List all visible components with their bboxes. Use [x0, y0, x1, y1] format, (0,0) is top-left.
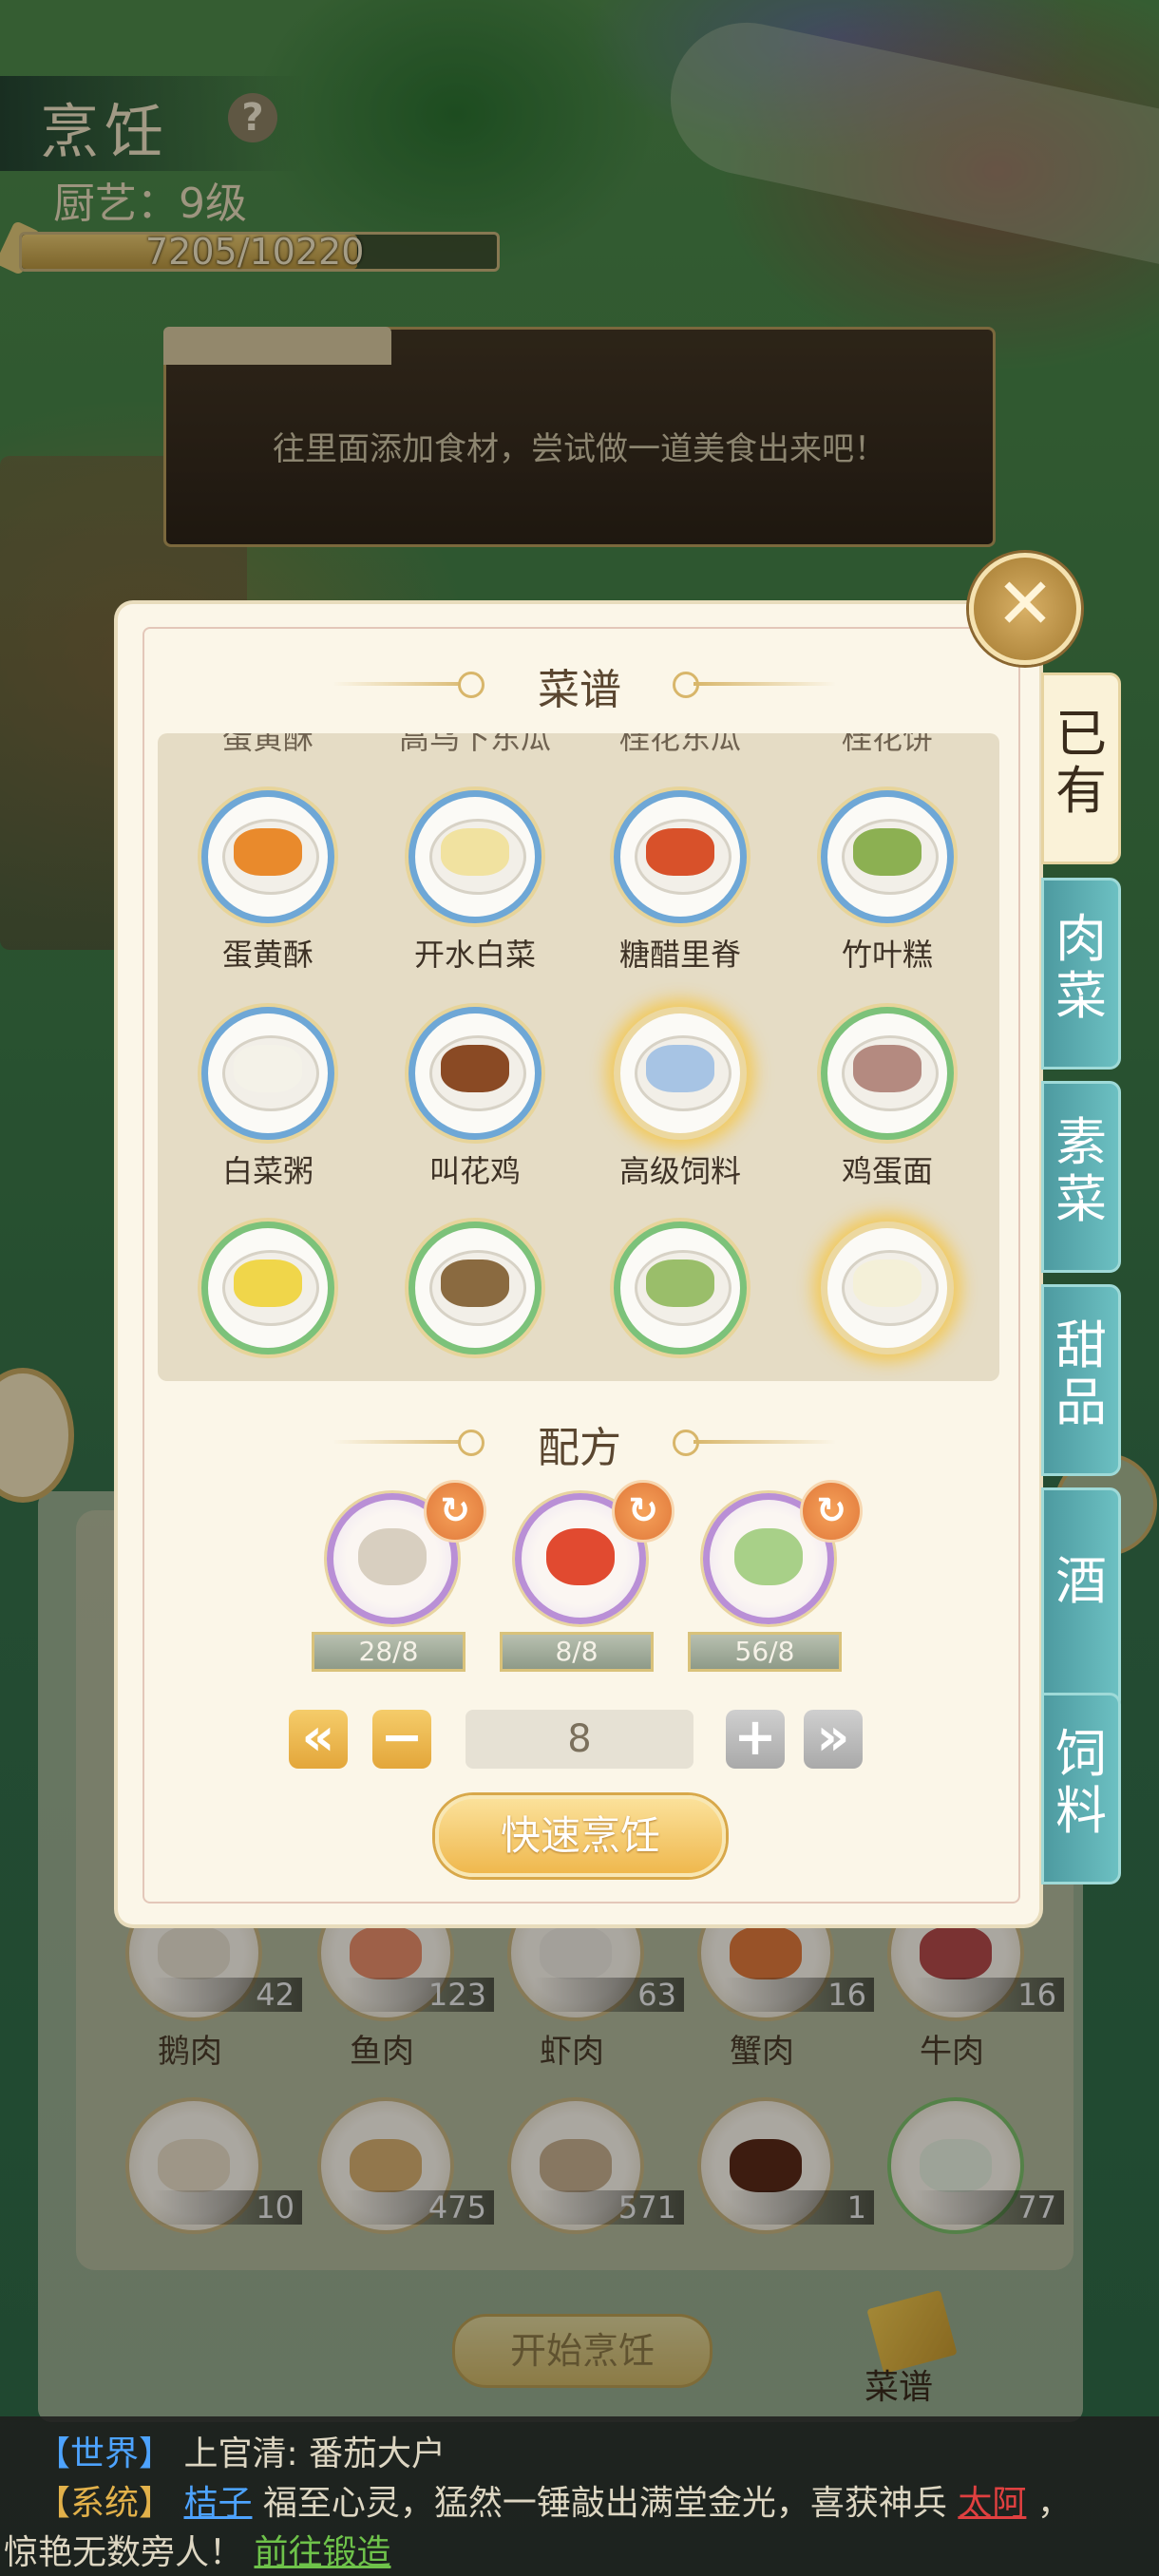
dish-food-icon — [646, 828, 714, 876]
chat-system-text-2: 惊艳无数旁人！ — [4, 2533, 244, 2572]
chat-bar[interactable]: 【世界】 上官清: 番茄大户 【系统】 桔子 福至心灵，猛然一锤敲出满堂金光，喜… — [0, 2416, 1159, 2576]
chat-comma: ， — [1026, 2484, 1072, 2523]
recipe-grid[interactable]: 蛋黄酥 高乌下东瓜 桂花东瓜 桂花饼 蛋黄酥 开水白菜 糖醋里脊 竹叶糕 白菜粥 叫花鸡 高级饲料鸡… — [158, 733, 999, 1381]
formula-count-badge: 28/8 — [312, 1632, 466, 1672]
dish-food-icon — [441, 1260, 509, 1307]
dish-food-icon — [441, 828, 509, 876]
tab-category[interactable]: 已 有 — [1041, 672, 1121, 864]
quantity-field[interactable]: 8 — [466, 1710, 694, 1769]
recipe-dish[interactable] — [408, 1007, 542, 1140]
chat-forge-link[interactable]: 前往锻造 — [254, 2533, 390, 2572]
recipe-dish-label: 开水白菜 — [413, 937, 536, 973]
formula-title: 配方 — [538, 1424, 621, 1472]
recipe-label-cut: 蛋黄酥 — [221, 733, 314, 756]
recipe-dish[interactable] — [821, 790, 954, 923]
recipe-dish[interactable] — [821, 1007, 954, 1140]
recipe-dish-label: 糖醋里脊 — [618, 937, 741, 973]
dish-food-icon — [853, 1045, 922, 1092]
chat-tag-system: 【系统】 — [36, 2484, 174, 2523]
chat-item-link[interactable]: 太阿 — [958, 2484, 1026, 2523]
tab-category-label: 甜 品 — [1055, 1316, 1107, 1432]
dish-food-icon — [234, 1260, 302, 1307]
qty-first-button[interactable]: « — [289, 1710, 348, 1769]
refresh-icon[interactable]: ↻ — [424, 1480, 486, 1543]
tab-category-label: 饲 料 — [1055, 1724, 1107, 1841]
recipe-dish[interactable] — [821, 1222, 954, 1354]
recipe-label-cut: 桂花东瓜 — [618, 733, 741, 756]
dish-food-icon — [646, 1260, 714, 1307]
tab-category-label: 已 有 — [1055, 704, 1107, 821]
recipe-dish-label: 白菜粥 — [221, 1153, 314, 1189]
chat-player-link[interactable]: 桔子 — [183, 2484, 252, 2523]
recipe-dish-label: 高级饲料 — [618, 1153, 741, 1189]
dish-food-icon — [234, 1045, 302, 1092]
recipe-dish[interactable] — [201, 790, 334, 923]
formula-ornament-right — [694, 1440, 836, 1444]
refresh-icon[interactable]: ↻ — [800, 1480, 863, 1543]
tab-category-label: 酒 — [1055, 1551, 1107, 1611]
recipe-label-cut: 高乌下东瓜 — [398, 733, 551, 756]
chat-line-world: 【世界】 上官清: 番茄大户 — [36, 2426, 446, 2475]
recipe-dish-label: 鸡蛋面 — [841, 1153, 933, 1189]
tab-category[interactable]: 酒 — [1041, 1487, 1121, 1712]
recipe-dish[interactable] — [614, 790, 747, 923]
chat-message: : 番茄大户 — [286, 2434, 446, 2473]
chat-line-system: 【系统】 桔子 福至心灵，猛然一锤敲出满堂金光，喜获神兵 太阿 ， — [36, 2475, 1072, 2525]
tab-category[interactable]: 肉 菜 — [1041, 878, 1121, 1070]
recipe-dish-label: 蛋黄酥 — [221, 937, 314, 973]
recipe-dish[interactable] — [614, 1007, 747, 1140]
qty-minus-button[interactable]: − — [372, 1710, 431, 1769]
recipe-dish[interactable] — [201, 1007, 334, 1140]
recipe-dish[interactable] — [614, 1222, 747, 1354]
tomato-icon — [546, 1528, 615, 1585]
dish-food-icon — [646, 1045, 714, 1092]
chat-user[interactable]: 上官清 — [183, 2434, 286, 2473]
recipe-dish-label: 叫花鸡 — [428, 1153, 521, 1189]
recipe-dish[interactable] — [408, 1222, 542, 1354]
chat-tag-world: 【世界】 — [36, 2434, 174, 2473]
quick-cook-button[interactable]: 快速烹饪 — [435, 1795, 726, 1877]
tab-category-label: 肉 菜 — [1055, 909, 1107, 1026]
close-icon: ✕ — [995, 563, 1054, 645]
dish-food-icon — [853, 1260, 922, 1307]
tab-category-label: 素 菜 — [1055, 1112, 1107, 1229]
cabbage-icon — [734, 1528, 803, 1585]
dish-food-icon — [234, 828, 302, 876]
dish-food-icon — [853, 828, 922, 876]
chat-line-system-2: 惊艳无数旁人！ 前往锻造 — [4, 2525, 390, 2574]
dish-food-icon — [441, 1045, 509, 1092]
recipe-title: 菜谱 — [538, 666, 621, 714]
tab-category[interactable]: 素 菜 — [1041, 1081, 1121, 1273]
close-button[interactable]: ✕ — [969, 553, 1081, 665]
formula-count-badge: 8/8 — [500, 1632, 654, 1672]
recipe-label-cut: 桂花饼 — [841, 733, 933, 756]
tab-category[interactable]: 饲 料 — [1041, 1693, 1121, 1885]
qty-plus-button[interactable]: + — [726, 1710, 785, 1769]
qty-last-button[interactable]: » — [804, 1710, 863, 1769]
mushroom-icon — [358, 1528, 427, 1585]
refresh-icon[interactable]: ↻ — [612, 1480, 674, 1543]
tab-category[interactable]: 甜 品 — [1041, 1284, 1121, 1476]
recipe-dish-label: 竹叶糕 — [841, 937, 933, 973]
title-ornament-right — [694, 682, 836, 686]
recipe-dish[interactable] — [201, 1222, 334, 1354]
recipe-dish[interactable] — [408, 790, 542, 923]
chat-system-text: 福至心灵，猛然一锤敲出满堂金光，喜获神兵 — [252, 2484, 959, 2523]
formula-count-badge: 56/8 — [688, 1632, 842, 1672]
